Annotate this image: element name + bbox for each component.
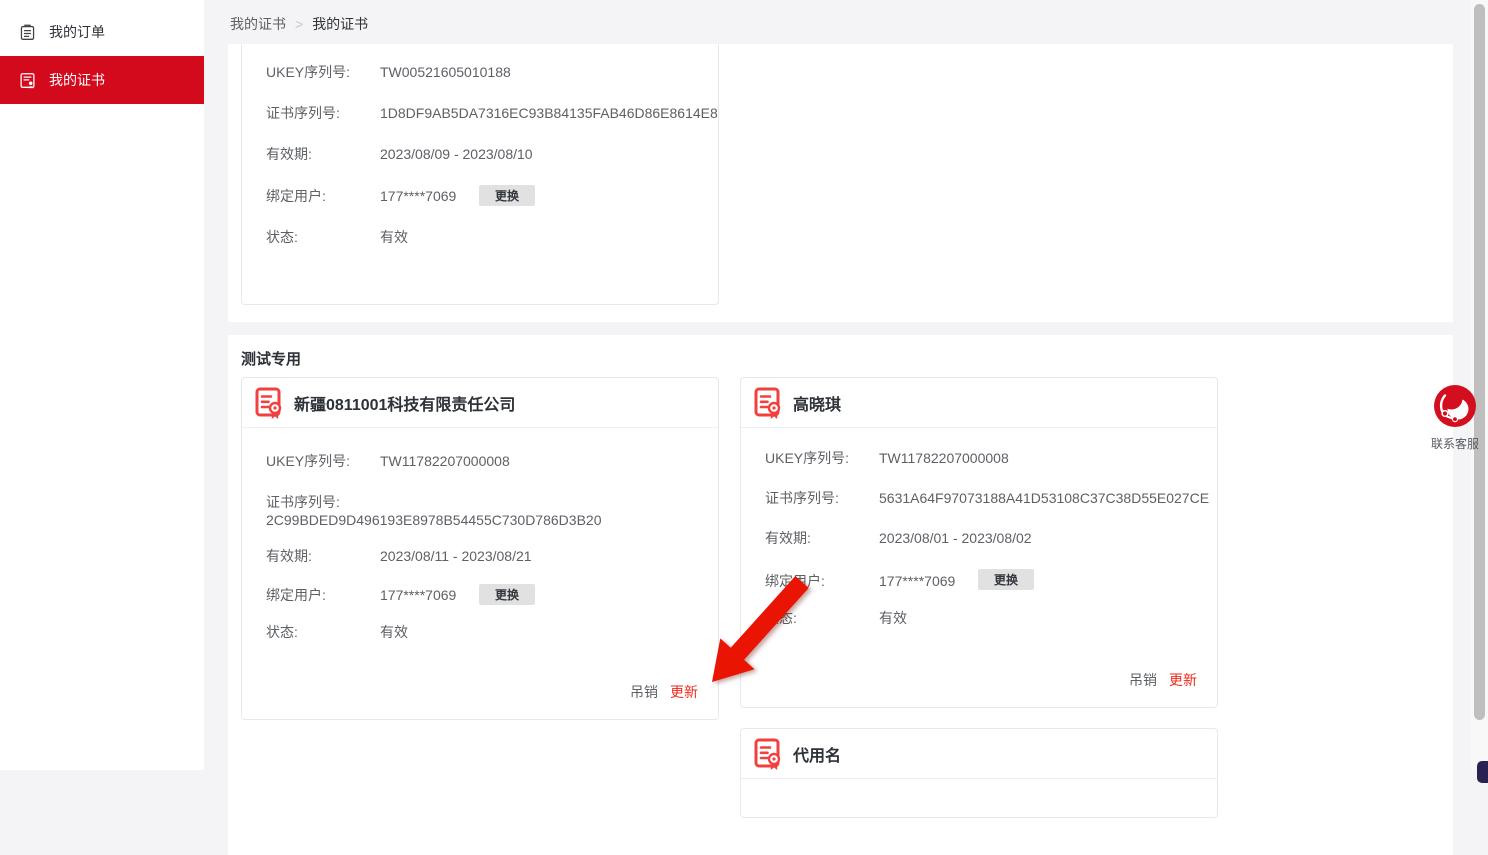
ukey-serial-label: UKEY序列号:: [765, 450, 879, 467]
validity-value: 2023/08/09 - 2023/08/10: [380, 146, 533, 163]
scrollbar-thumb[interactable]: [1474, 4, 1485, 720]
certificate-card-alias: 代用名: [740, 728, 1218, 818]
customer-service-icon: [1433, 384, 1477, 428]
bound-user-label: 绑定用户:: [266, 587, 380, 604]
section-title: 测试专用: [241, 351, 301, 369]
bound-user-value: 177****7069: [380, 587, 456, 604]
breadcrumb-item-parent[interactable]: 我的证书: [230, 15, 286, 33]
certificate-panel-test: 测试专用 新疆0811001科技有限责任公司 UKEY序列号: TW117822…: [228, 335, 1453, 855]
certificate-icon: [754, 387, 782, 419]
breadcrumb-item-current: 我的证书: [312, 15, 368, 33]
card-title: 代用名: [793, 742, 841, 766]
cert-serial-label: 证书序列号:: [266, 105, 380, 122]
cert-serial-label: 证书序列号:: [765, 490, 879, 507]
status-label: 状态:: [266, 624, 380, 641]
validity-label: 有效期:: [765, 530, 879, 547]
change-user-button[interactable]: 更换: [479, 584, 535, 605]
card-title: 高晓琪: [793, 391, 841, 415]
cert-serial-value: 2C99BDED9D496193E8978B54455C730D786D3B20: [266, 512, 601, 529]
certificate-icon: [754, 738, 782, 770]
certificate-user-icon: [19, 72, 36, 89]
cert-serial-label: 证书序列号:: [266, 494, 380, 511]
corner-floating-element[interactable]: [1477, 761, 1488, 783]
certificate-panel-formal: UKEY序列号: TW00521605010188 证书序列号: 1D8DF9A…: [228, 44, 1453, 322]
status-value: 有效: [380, 229, 408, 246]
ukey-serial-value: TW11782207000008: [879, 450, 1009, 467]
bound-user-label: 绑定用户:: [266, 188, 380, 205]
breadcrumb: 我的证书 > 我的证书: [230, 15, 368, 33]
renew-link[interactable]: 更新: [670, 682, 698, 702]
certificate-card-top: UKEY序列号: TW00521605010188 证书序列号: 1D8DF9A…: [241, 44, 719, 305]
sidebar: 我的订单 我的证书: [0, 0, 204, 770]
cert-serial-value: 5631A64F97073188A41D53108C37C38D55E027CE: [879, 490, 1209, 507]
ukey-serial-value: TW00521605010188: [380, 64, 511, 81]
validity-value: 2023/08/11 - 2023/08/21: [380, 548, 532, 565]
change-user-button[interactable]: 更换: [479, 185, 535, 206]
status-value: 有效: [879, 610, 907, 627]
revoke-link[interactable]: 吊销: [1129, 670, 1157, 690]
status-value: 有效: [380, 624, 408, 641]
ukey-serial-value: TW11782207000008: [380, 453, 510, 470]
ukey-serial-label: UKEY序列号:: [266, 64, 380, 81]
contact-service-label: 联系客服: [1431, 435, 1479, 452]
validity-value: 2023/08/01 - 2023/08/02: [879, 530, 1032, 547]
card-header: 代用名: [741, 729, 1217, 779]
sidebar-item-certificates[interactable]: 我的证书: [0, 56, 204, 104]
sidebar-item-label: 我的订单: [49, 22, 105, 42]
bound-user-value: 177****7069: [380, 188, 456, 205]
validity-label: 有效期:: [266, 548, 380, 565]
order-list-icon: [19, 24, 36, 41]
sidebar-item-label: 我的证书: [49, 70, 105, 90]
card-title: 新疆0811001科技有限责任公司: [294, 391, 515, 415]
status-label: 状态:: [765, 610, 879, 627]
certificate-card-person: 高晓琪 UKEY序列号: TW11782207000008 证书序列号: 563…: [740, 377, 1218, 708]
ukey-serial-label: UKEY序列号:: [266, 453, 380, 470]
sidebar-item-orders[interactable]: 我的订单: [0, 8, 204, 56]
revoke-link[interactable]: 吊销: [630, 682, 658, 702]
change-user-button[interactable]: 更换: [978, 569, 1034, 590]
card-header: 高晓琪: [741, 378, 1217, 428]
cert-serial-value: 1D8DF9AB5DA7316EC93B84135FAB46D86E8614E8: [380, 105, 718, 122]
bound-user-label: 绑定用户:: [765, 573, 879, 590]
status-label: 状态:: [266, 229, 380, 246]
renew-link[interactable]: 更新: [1169, 670, 1197, 690]
certificate-icon: [255, 387, 283, 419]
certificate-card-company: 新疆0811001科技有限责任公司 UKEY序列号: TW11782207000…: [241, 377, 719, 720]
validity-label: 有效期:: [266, 146, 380, 163]
breadcrumb-separator: >: [295, 15, 303, 33]
bound-user-value: 177****7069: [879, 573, 955, 590]
card-header: 新疆0811001科技有限责任公司: [242, 378, 718, 428]
contact-service-widget[interactable]: 联系客服: [1431, 384, 1479, 452]
